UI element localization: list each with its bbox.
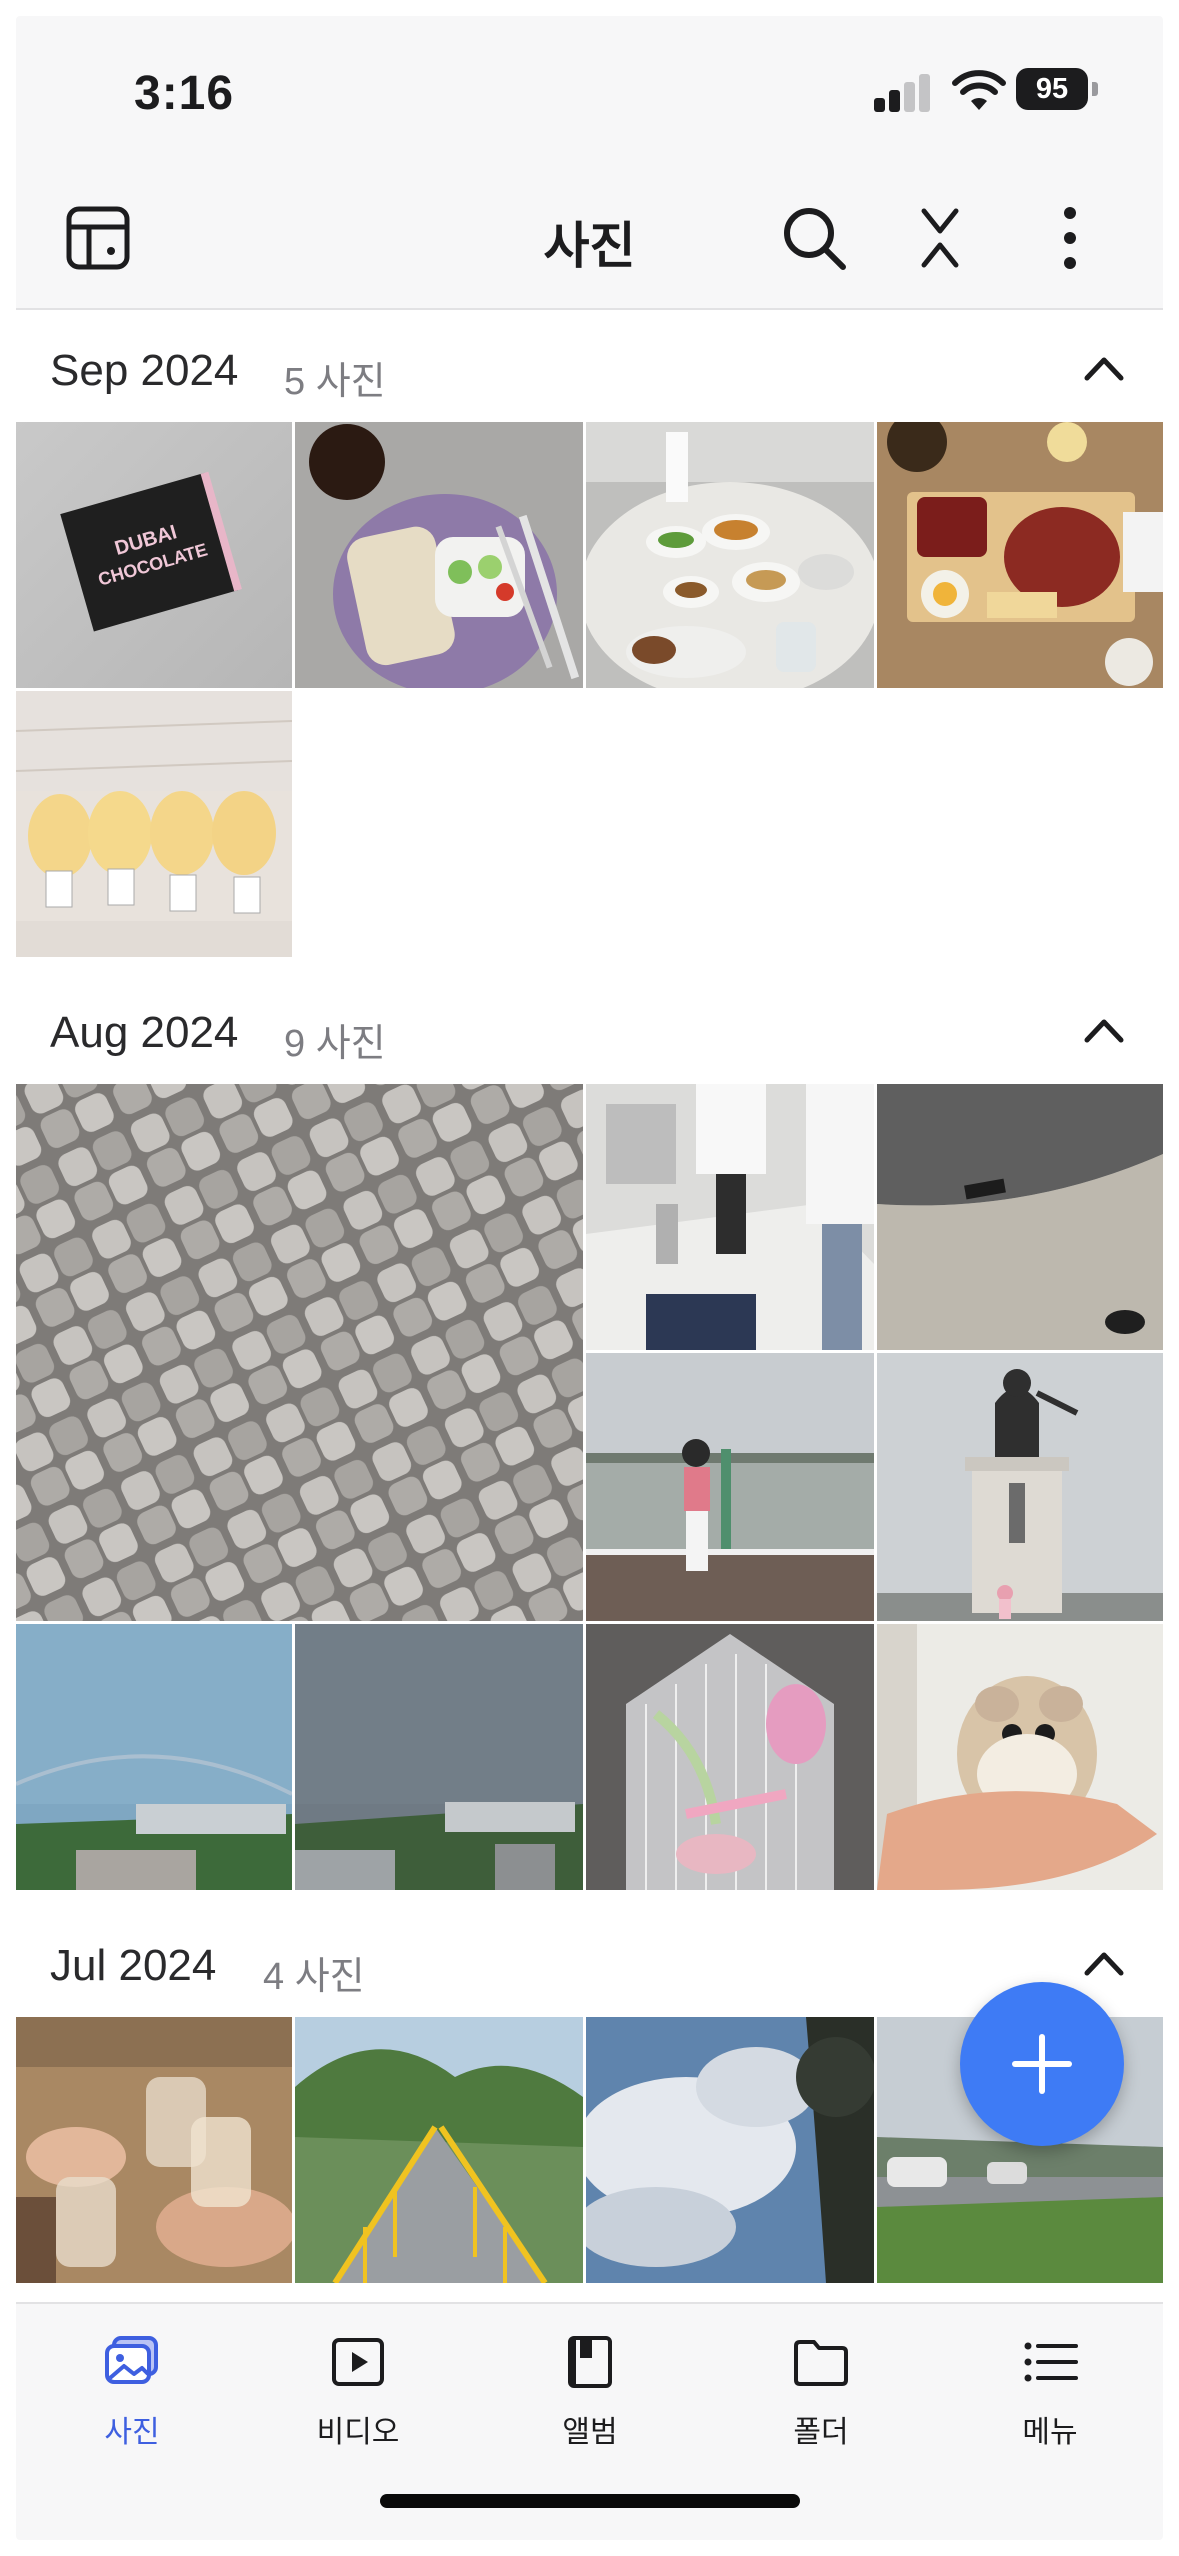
more-vertical-icon [1064, 207, 1076, 269]
status-bar: 3:16 95 [16, 16, 1163, 166]
photo-content [16, 1084, 583, 1621]
section-month: Aug 2024 [50, 1008, 239, 1057]
collapse-all-button[interactable] [900, 198, 980, 278]
nav-label: 앨범 [562, 2416, 618, 2449]
menu-list-icon [1024, 2342, 1078, 2382]
battery-level: 95 [1016, 68, 1088, 110]
photo-content [877, 1084, 1163, 1350]
home-indicator[interactable] [380, 2494, 800, 2508]
album-icon [568, 2336, 612, 2388]
nav-label: 메뉴 [1022, 2416, 1078, 2449]
nav-tab-videos[interactable]: 비디오 [268, 2332, 448, 2452]
collapse-icon [921, 208, 959, 268]
photo-content [16, 1624, 292, 1890]
photo-thumbnail[interactable] [16, 2017, 292, 2283]
photo-content [16, 2017, 292, 2283]
search-icon [784, 208, 846, 270]
add-button[interactable] [960, 1982, 1124, 2146]
nav-tab-folders[interactable]: 폴더 [731, 2332, 911, 2452]
photo-content [877, 1624, 1163, 1890]
photo-thumbnail[interactable] [586, 2017, 874, 2283]
photo-thumbnail[interactable] [16, 1624, 292, 1890]
nav-label: 폴더 [793, 2416, 849, 2449]
photo-thumbnail[interactable] [586, 1624, 874, 1890]
photo-content [586, 2017, 874, 2283]
bottom-navigation: 사진 비디오 앨범 폴더 메뉴 [16, 2302, 1163, 2540]
photo-thumbnail[interactable]: DUBAI CHOCOLATE [16, 422, 292, 688]
plus-icon [1012, 2034, 1072, 2094]
video-icon [332, 2338, 384, 2386]
chevron-up-icon[interactable] [1079, 344, 1129, 394]
photo-content [295, 1624, 583, 1890]
section-month: Sep 2024 [50, 346, 239, 395]
section-count: 5 사진 [284, 361, 386, 403]
cellular-signal-icon [874, 72, 934, 112]
photo-content [877, 1353, 1163, 1621]
photo-thumbnail[interactable] [16, 1084, 583, 1621]
photo-thumbnail[interactable] [16, 691, 292, 957]
nav-tab-menu[interactable]: 메뉴 [960, 2332, 1140, 2452]
photo-thumbnail[interactable] [877, 422, 1163, 688]
wifi-icon [952, 70, 1006, 110]
section-header-aug-2024[interactable]: Aug 2024 9 사진 [16, 974, 1163, 1084]
nav-label: 사진 [104, 2416, 160, 2449]
app-header: 사진 [16, 166, 1163, 310]
chevron-up-icon[interactable] [1079, 1006, 1129, 1056]
section-count: 4 사진 [263, 1956, 365, 1998]
photo-content [295, 2017, 583, 2283]
search-button[interactable] [774, 198, 854, 278]
folder-icon [794, 2340, 848, 2386]
photo-thumbnail[interactable] [586, 1353, 874, 1621]
photo-content [309, 424, 580, 688]
photo-content [586, 1353, 874, 1621]
section-header-sep-2024[interactable]: Sep 2024 5 사진 [16, 312, 1163, 422]
battery-icon: 95 [1016, 68, 1100, 110]
app-screen: 3:16 95 사진 Sep 2024 5 사진 DUBAI CHOCOLATE… [16, 16, 1163, 2540]
photo-content [16, 691, 292, 957]
photo-content [586, 1084, 874, 1350]
photos-icon [105, 2336, 158, 2384]
nav-tab-photos[interactable]: 사진 [42, 2332, 222, 2452]
photo-thumbnail[interactable] [295, 1624, 583, 1890]
photo-thumbnail[interactable] [295, 2017, 583, 2283]
photo-thumbnail[interactable] [586, 1084, 874, 1350]
more-options-button[interactable] [1030, 198, 1110, 278]
section-count: 9 사진 [284, 1023, 386, 1065]
photo-content [586, 422, 874, 688]
photo-thumbnail[interactable] [877, 1624, 1163, 1890]
photo-thumbnail[interactable] [877, 1353, 1163, 1621]
nav-tab-albums[interactable]: 앨범 [500, 2332, 680, 2452]
photo-content [877, 422, 1163, 688]
photo-thumbnail[interactable] [586, 422, 874, 688]
photo-thumbnail[interactable] [295, 422, 583, 688]
photo-content: DUBAI CHOCOLATE [60, 471, 242, 632]
page-title: 사진 [543, 218, 636, 274]
status-time: 3:16 [134, 67, 235, 120]
chevron-up-icon[interactable] [1079, 1939, 1129, 1989]
photo-thumbnail[interactable] [877, 1084, 1163, 1350]
nav-label: 비디오 [316, 2416, 400, 2449]
photo-content [586, 1624, 874, 1890]
section-month: Jul 2024 [50, 1941, 217, 1990]
